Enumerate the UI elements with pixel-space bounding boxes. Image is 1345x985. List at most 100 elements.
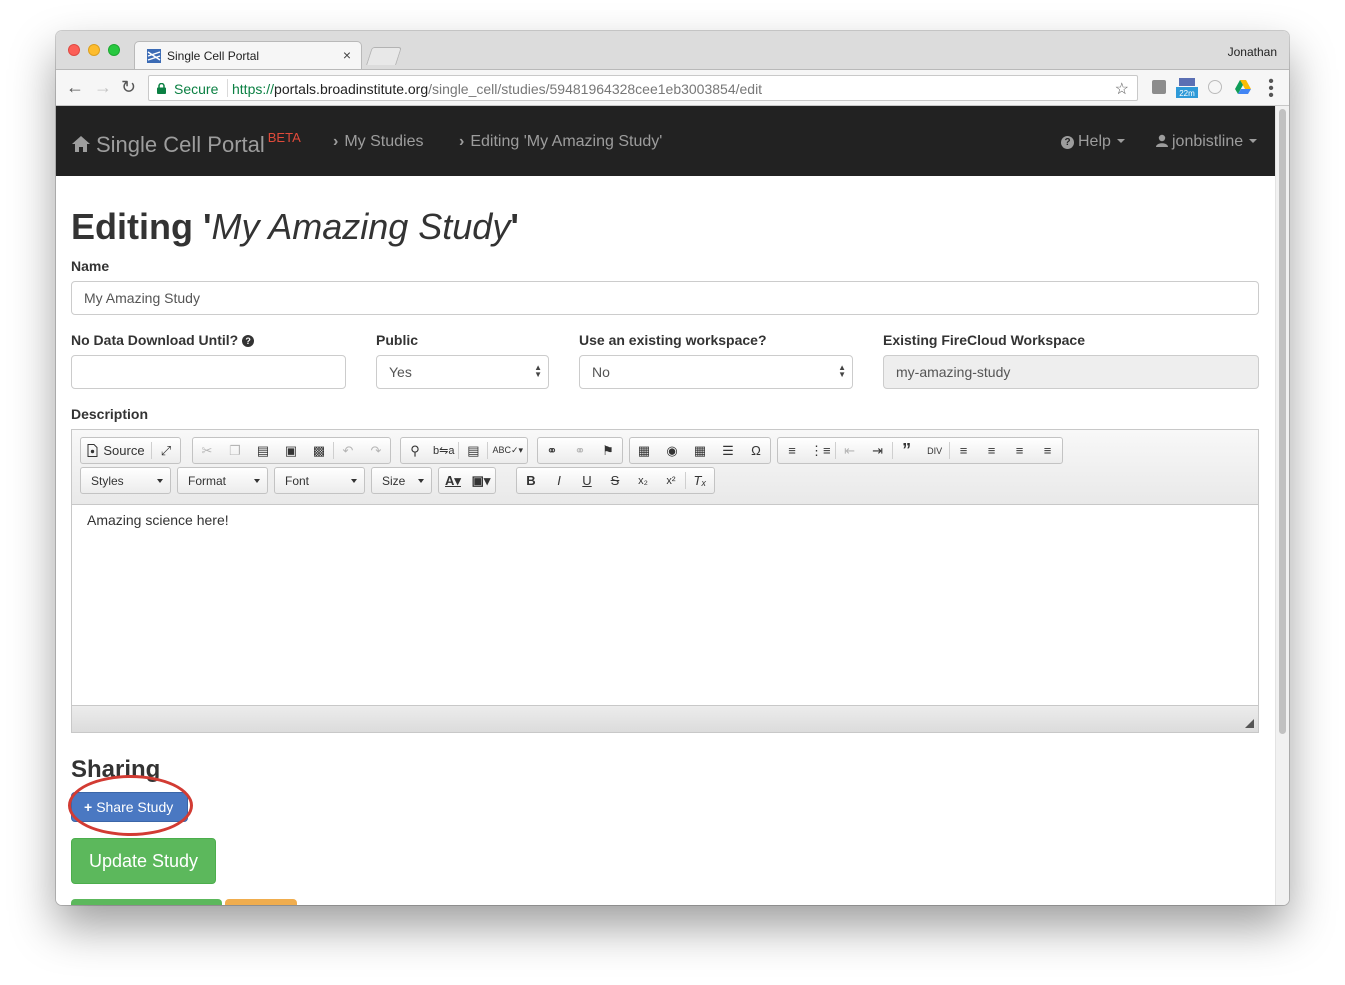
- paste-icon[interactable]: ▤: [249, 438, 277, 463]
- italic-icon[interactable]: I: [545, 468, 573, 493]
- superscript-icon[interactable]: x²: [657, 468, 685, 493]
- underline-icon[interactable]: U: [573, 468, 601, 493]
- remove-format-icon[interactable]: Tₓ: [686, 468, 714, 493]
- tab-close-icon[interactable]: ×: [343, 47, 351, 63]
- strikethrough-icon[interactable]: S: [601, 468, 629, 493]
- calendar-badge: 22m: [1179, 89, 1195, 98]
- size-combo[interactable]: Size: [371, 467, 432, 494]
- workspace-select[interactable]: No ▲ ▼: [579, 355, 853, 389]
- brand-link[interactable]: Single Cell Portal BETA: [71, 130, 301, 158]
- public-label: Public: [376, 332, 419, 348]
- copy-icon[interactable]: ❐: [221, 438, 249, 463]
- download-label-text: No Data Download Until?: [71, 332, 239, 348]
- editor-toolbar: Source ⤢ ✂ ❐ ▤ ▣ ▩ ↶ ↷ ⚲ b⇋a ▤ ABC✓▾ ⚭ ⚭…: [72, 430, 1258, 505]
- background-color-icon[interactable]: ▣▾: [467, 468, 495, 493]
- url-text[interactable]: https://portals.broadinstitute.org/singl…: [232, 81, 762, 97]
- partial-green-button[interactable]: [71, 899, 222, 905]
- spellcheck-icon[interactable]: ABC✓▾: [488, 438, 527, 463]
- styles-combo-label: Styles: [91, 474, 124, 488]
- find-icon[interactable]: ⚲: [401, 438, 429, 463]
- indent-icon[interactable]: ⇥: [864, 438, 892, 463]
- image-icon[interactable]: ▦: [630, 438, 658, 463]
- undo-icon[interactable]: ↶: [334, 438, 362, 463]
- text-color-icon[interactable]: A▾: [439, 468, 467, 493]
- drive-extension-icon[interactable]: [1235, 80, 1251, 94]
- new-tab-button[interactable]: [366, 47, 402, 65]
- editor-group-clipboard: ✂ ❐ ▤ ▣ ▩ ↶ ↷: [192, 437, 391, 464]
- create-div-icon[interactable]: DIV: [921, 438, 949, 463]
- font-combo[interactable]: Font: [274, 467, 365, 494]
- workspace-label: Use an existing workspace?: [579, 332, 767, 348]
- special-char-omega-icon[interactable]: Ω: [742, 438, 770, 463]
- title-suffix: ': [510, 206, 519, 247]
- editor-group-links: ⚭ ⚭ ⚑: [537, 437, 623, 464]
- profile-name[interactable]: Jonathan: [1228, 45, 1277, 59]
- styles-combo[interactable]: Styles: [80, 467, 171, 494]
- paste-word-icon[interactable]: ▩: [305, 438, 333, 463]
- subscript-icon[interactable]: x₂: [629, 468, 657, 493]
- redo-icon[interactable]: ↷: [362, 438, 390, 463]
- replace-icon[interactable]: b⇋a: [429, 438, 458, 463]
- flash-icon[interactable]: ◉: [658, 438, 686, 463]
- select-all-icon[interactable]: ▤: [459, 438, 487, 463]
- extension-icon[interactable]: [1152, 80, 1166, 94]
- question-circle-icon[interactable]: ?: [242, 335, 255, 347]
- url-host: portals.broadinstitute.org: [274, 81, 429, 97]
- resize-handle-icon[interactable]: [1245, 719, 1254, 728]
- numbered-list-icon[interactable]: ≡: [778, 438, 806, 463]
- nav-editing-study[interactable]: › Editing 'My Amazing Study': [459, 133, 662, 151]
- anchor-flag-icon[interactable]: ⚑: [594, 438, 622, 463]
- nav-help-dropdown[interactable]: ? Help: [1061, 133, 1125, 151]
- horizontal-rule-icon[interactable]: ☰: [714, 438, 742, 463]
- download-date-field[interactable]: [71, 355, 346, 389]
- reload-icon[interactable]: ↻: [121, 78, 136, 96]
- caret-down-icon: [157, 479, 163, 483]
- partial-orange-button[interactable]: [225, 899, 297, 905]
- timer-extension-icon[interactable]: [1208, 80, 1222, 94]
- beta-badge: BETA: [267, 130, 301, 145]
- bullet-list-icon[interactable]: ⋮≡: [806, 438, 835, 463]
- select-arrows-icon: ▲ ▼: [534, 363, 542, 379]
- align-right-icon[interactable]: ≡: [1006, 438, 1034, 463]
- address-bar[interactable]: Secure https://portals.broadinstitute.or…: [148, 75, 1138, 101]
- link-icon[interactable]: ⚭: [538, 438, 566, 463]
- bold-icon[interactable]: B: [517, 468, 545, 493]
- minimize-window-button[interactable]: [88, 44, 100, 56]
- brand-name: Single Cell Portal: [96, 132, 265, 157]
- browser-menu-icon[interactable]: • • •: [1268, 74, 1274, 104]
- bookmark-star-icon[interactable]: ☆: [1115, 79, 1129, 99]
- nav-editing-label: Editing 'My Amazing Study': [470, 133, 663, 150]
- blockquote-icon[interactable]: ”: [893, 438, 921, 463]
- editor-group-colors: A▾ ▣▾: [438, 467, 496, 494]
- name-field[interactable]: My Amazing Study: [71, 281, 1259, 315]
- cut-icon[interactable]: ✂: [193, 438, 221, 463]
- back-icon[interactable]: ←: [66, 78, 84, 96]
- download-label: No Data Download Until? ?: [71, 332, 258, 348]
- maximize-window-button[interactable]: [108, 44, 120, 56]
- title-study-name: My Amazing Study: [211, 206, 511, 247]
- public-select[interactable]: Yes ▲ ▼: [376, 355, 549, 389]
- forward-icon[interactable]: →: [94, 78, 112, 96]
- page-scrollbar[interactable]: [1275, 106, 1289, 905]
- editor-content[interactable]: Amazing science here!: [87, 512, 229, 528]
- paste-text-icon[interactable]: ▣: [277, 438, 305, 463]
- format-combo[interactable]: Format: [177, 467, 268, 494]
- table-icon[interactable]: ▦: [686, 438, 714, 463]
- maximize-icon[interactable]: ⤢: [152, 438, 180, 463]
- source-button[interactable]: Source: [81, 438, 151, 463]
- align-left-icon[interactable]: ≡: [950, 438, 978, 463]
- browser-tab[interactable]: Single Cell Portal ×: [134, 41, 362, 69]
- format-combo-label: Format: [188, 474, 227, 488]
- nav-user-dropdown[interactable]: jonbistline: [1156, 133, 1258, 151]
- source-label: Source: [103, 443, 145, 458]
- align-justify-icon[interactable]: ≡: [1034, 438, 1062, 463]
- scrollbar-thumb[interactable]: [1279, 109, 1286, 734]
- align-center-icon[interactable]: ≡: [978, 438, 1006, 463]
- close-window-button[interactable]: [68, 44, 80, 56]
- site-navbar: Single Cell Portal BETA › My Studies › Edit…: [56, 106, 1275, 176]
- calendar-extension-icon[interactable]: 22m: [1176, 78, 1198, 98]
- outdent-icon[interactable]: ⇤: [836, 438, 864, 463]
- nav-my-studies[interactable]: › My Studies: [333, 133, 423, 151]
- update-study-button[interactable]: Update Study: [71, 838, 216, 884]
- unlink-icon[interactable]: ⚭: [566, 438, 594, 463]
